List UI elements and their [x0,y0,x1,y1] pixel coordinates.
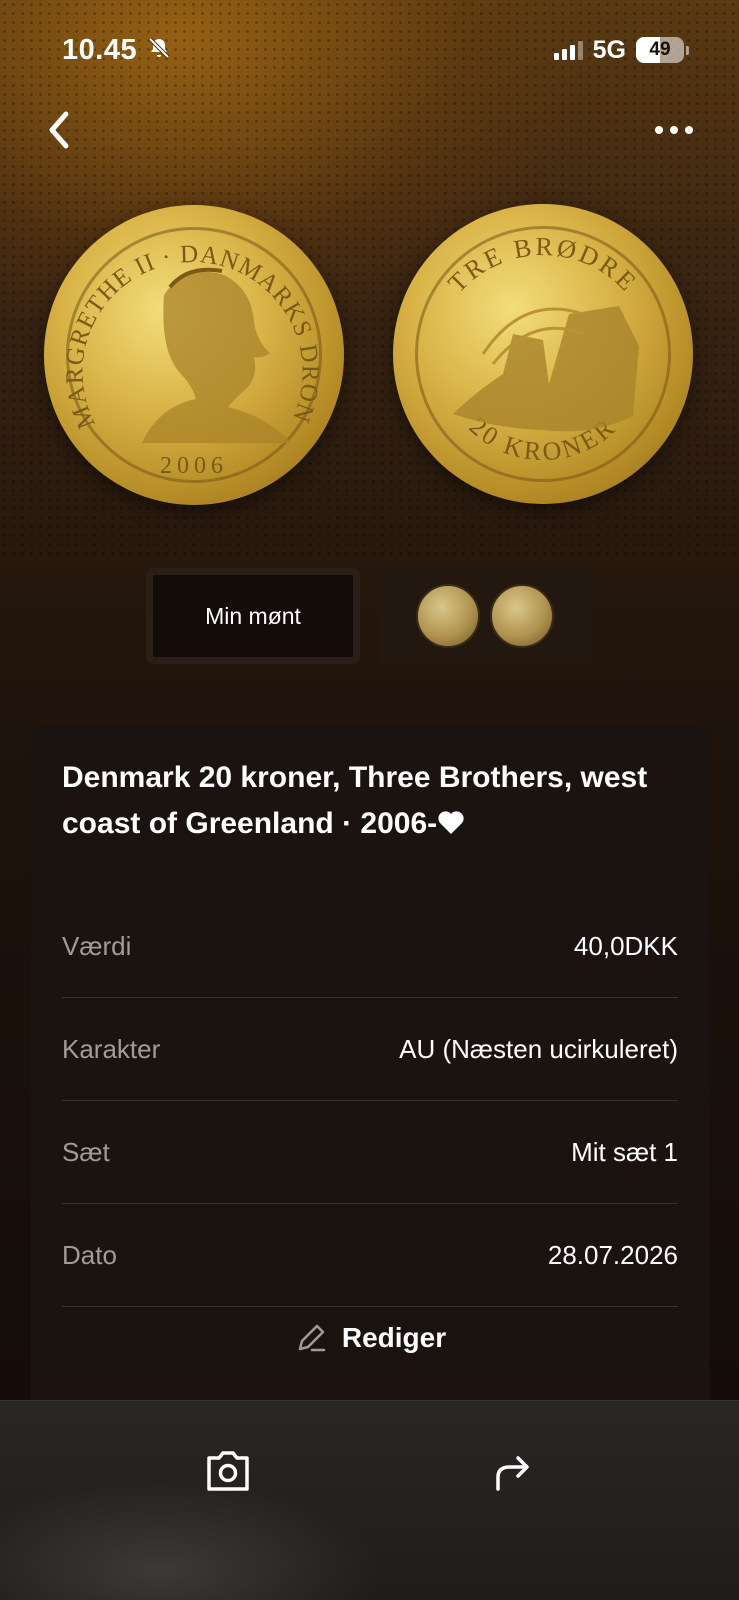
coin-title: Denmark 20 kroner, Three Brothers, west … [62,761,648,840]
camera-button[interactable] [198,1441,258,1501]
chevron-left-icon [49,111,69,149]
edit-label: Rediger [341,1322,447,1353]
battery-icon: 49 [636,37,684,63]
detail-row-grade: Karakter AU (Næsten ucirkuleret) [62,998,678,1101]
share-button[interactable] [482,1441,542,1501]
coin-obverse-image[interactable]: MARGRETHE II · DANMARKS DRONNING 2006 [44,205,344,505]
obverse-year: 2006 [160,453,228,479]
details-list: Værdi 40,0DKK Karakter AU (Næsten ucirku… [62,895,678,1307]
back-button[interactable] [44,108,80,152]
more-button[interactable] [649,112,699,148]
pencil-icon [298,1324,326,1352]
status-time: 10.45 [62,33,138,66]
status-bar: 10.45 5G 49 [62,30,689,70]
battery-level: 49 [649,39,671,60]
camera-icon [207,1451,249,1491]
own-coin-label: Min mønt [205,602,301,629]
coin-reverse-image[interactable]: TRE BRØDRE 20 KRONER [393,204,693,504]
bell-slash-icon [147,36,171,65]
catalog-images-tab[interactable] [378,568,592,664]
share-arrow-icon [496,1456,529,1491]
ellipsis-icon [655,126,663,134]
detail-row-date: Dato 28.07.2026 [62,1204,678,1307]
detail-row-set: Sæt Mit sæt 1 [62,1101,678,1204]
svg-text:TRE BRØDRE: TRE BRØDRE [442,232,643,298]
edit-button[interactable]: Rediger [31,1308,709,1368]
bottom-toolbar [0,1400,739,1600]
obverse-thumbnail [416,584,480,648]
screen: 10.45 5G 49 MARGRETHE II · DANMARKS DRON… [0,0,739,1600]
heart-icon[interactable] [437,810,465,836]
own-coin-tab[interactable]: Min mønt [146,568,360,664]
reverse-thumbnail [490,584,554,648]
signal-icon [553,40,583,60]
coin-details-card: Denmark 20 kroner, Three Brothers, west … [31,725,709,1425]
detail-row-value: Værdi 40,0DKK [62,895,678,998]
network-type: 5G [592,35,626,64]
image-selector: Min mønt [146,568,593,664]
